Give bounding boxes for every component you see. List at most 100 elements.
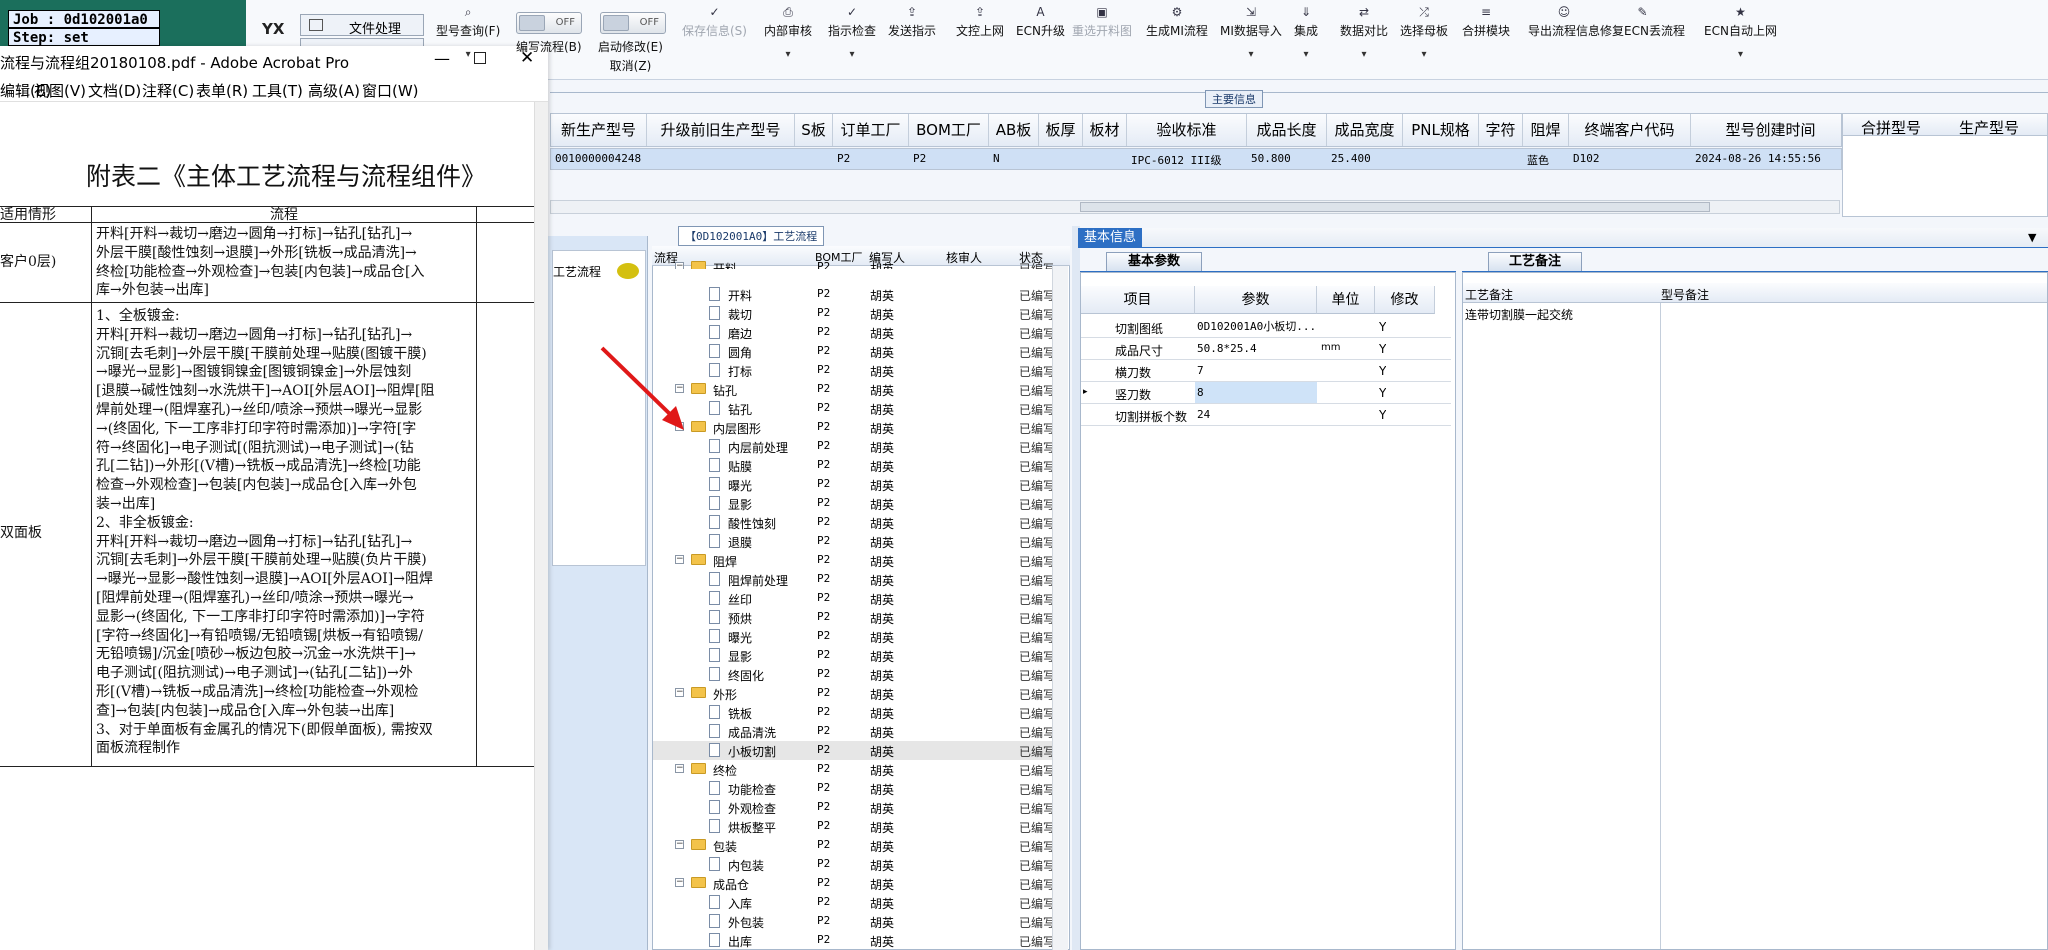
tree-row[interactable]: 丝印 P2 胡英 已编写 [653,589,1055,608]
menu-item-7[interactable]: 窗口(W) [362,80,419,101]
grid-col-12[interactable]: 字符 [1479,114,1523,146]
param-value[interactable]: 7 [1195,360,1317,381]
ribbon-button-8[interactable]: A ECN升级 [1016,6,1065,39]
tab-process-remarks[interactable]: 工艺备注 [1488,252,1582,272]
param-row[interactable]: 切割图纸 0D102001A0小板切... Y [1081,316,1451,338]
ribbon-button-15[interactable]: ≡ 合拼模块 [1462,6,1510,39]
ribbon-button-0[interactable]: ⌕ 型号查询(F) ▾ [436,6,500,60]
tree-row[interactable]: 内包装 P2 胡英 已编写 [653,855,1055,874]
grid-col-4[interactable]: BOM工厂 [909,114,989,146]
tree-row[interactable]: 阻焊前处理 P2 胡英 已编写 [653,570,1055,589]
chevron-down-icon[interactable]: ▾ [1704,49,1777,60]
tree-row[interactable]: 终固化 P2 胡英 已编写 [653,665,1055,684]
collapse-icon[interactable]: − [675,555,684,564]
grid-col-1[interactable]: 升级前旧生产型号 [647,114,795,146]
process-remark-text[interactable]: 连带切割膜一起交统 [1465,306,1573,323]
tree-row[interactable]: −内层图形P2胡英已编写 [653,418,1055,437]
tree-row[interactable]: 烘板整平 P2 胡英 已编写 [653,817,1055,836]
tree-row[interactable]: 裁切 P2 胡英 已编写 [653,304,1055,323]
grid-cell-5[interactable]: N [993,152,1000,165]
tree-row[interactable]: 显影 P2 胡英 已编写 [653,646,1055,665]
param-col-item[interactable]: 项目 [1081,286,1195,314]
chevron-down-icon[interactable]: ▾ [1294,49,1318,60]
collapse-icon[interactable]: − [675,878,684,887]
comment-icon[interactable] [617,263,639,279]
grid-col-8[interactable]: 验收标准 [1127,114,1247,146]
menu-item-2[interactable]: 文档(D) [88,80,141,101]
ribbon-button-7[interactable]: ⇪ 文控上网 [956,6,1004,39]
tree-row[interactable]: 酸性蚀刻 P2 胡英 已编写 [653,513,1055,532]
menu-item-5[interactable]: 工具(T) [252,80,303,101]
grid-cell-8[interactable]: IPC-6012 III级 [1131,152,1221,168]
tree-row[interactable]: 小板切割 P2 胡英 已编写 [653,741,1055,760]
ribbon-button-11[interactable]: ⇲ MI数据导入 ▾ [1220,6,1282,60]
param-value[interactable]: 0D102001A0小板切... [1195,316,1317,337]
chevron-down-icon[interactable]: ▼ [2028,231,2036,244]
tree-row[interactable]: 磨边 P2 胡英 已编写 [653,323,1055,342]
chevron-down-icon[interactable]: ▾ [828,49,876,60]
ribbon-button-4[interactable]: ⎙ 内部审核 ▾ [764,6,812,60]
collapse-icon[interactable]: − [675,262,684,269]
param-row[interactable]: 成品尺寸 50.8*25.4 mm Y [1081,338,1451,360]
tree-row[interactable]: − 成品仓 P2 胡英 已编写 [653,874,1055,893]
tree-row[interactable]: − 阻焊 P2 胡英 已编写 [653,551,1055,570]
tree-row[interactable]: 钻孔 P2 胡英 已编写 [653,399,1055,418]
ribbon-button-12[interactable]: ⇓ 集成 ▾ [1294,6,1318,60]
toggle-switch[interactable]: OFF [516,12,582,34]
tree-row[interactable]: − 包装 P2 胡英 已编写 [653,836,1055,855]
param-col-unit[interactable]: 单位 [1317,286,1375,314]
grid-col-7[interactable]: 板材 [1083,114,1127,146]
tree-row[interactable]: 圆角 P2 胡英 已编写 [653,342,1055,361]
param-value[interactable]: 24 [1195,404,1317,425]
main-info-grid-row[interactable]: 0010000004248 P2 P2 N IPC-6012 III级 50.800 25.… [550,148,1842,170]
grid-col-13[interactable]: 阻焊 [1523,114,1569,146]
tree-row[interactable]: − 外形 P2 胡英 已编写 [653,684,1055,703]
file-process-button[interactable]: 文件处理 [300,14,424,37]
collapse-icon[interactable]: − [675,688,684,697]
ribbon-button-6[interactable]: ⇪ 发送指示 [888,6,936,39]
grid-col-11[interactable]: PNL规格 [1403,114,1479,146]
tree-row[interactable]: 外包装 P2 胡英 已编写 [653,912,1055,931]
chevron-down-icon[interactable]: ▾ [1400,49,1448,60]
tab-basic-params[interactable]: 基本参数 [1106,252,1202,272]
tree-row[interactable]: 预烘 P2 胡英 已编写 [653,608,1055,627]
tree-row[interactable]: 显影 P2 胡英 已编写 [653,494,1055,513]
menu-item-6[interactable]: 高级(A) [308,80,360,101]
tree-row[interactable]: − 开料 P2 胡英 已编写 [653,258,1053,269]
param-col-modify[interactable]: 修改 [1375,286,1435,314]
collapse-icon[interactable]: − [675,840,684,849]
chevron-down-icon[interactable]: ▾ [1340,49,1388,60]
tree-row[interactable]: 曝光 P2 胡英 已编写 [653,627,1055,646]
tree-row[interactable]: 曝光 P2 胡英 已编写 [653,475,1055,494]
collapse-icon[interactable]: − [675,764,684,773]
ribbon-sublabel[interactable]: 取消(Z) [598,57,663,74]
tree-row[interactable]: 打标 P2 胡英 已编写 [653,361,1055,380]
grid-col-14[interactable]: 终端客户代码 [1569,114,1691,146]
ribbon-button-17[interactable]: ✎ 修复ECN丢流程 [1600,6,1685,39]
tree-row[interactable]: 功能检查 P2 胡英 已编写 [653,779,1055,798]
grid-col-6[interactable]: 板厚 [1039,114,1083,146]
grid-cell-9[interactable]: 50.800 [1251,152,1291,165]
tree-row[interactable]: 外观检查 P2 胡英 已编写 [653,798,1055,817]
tree-row[interactable]: 成品清洗 P2 胡英 已编写 [653,722,1055,741]
grid-cell-10[interactable]: 25.400 [1331,152,1371,165]
param-row[interactable]: ▸ 竖刀数 8 Y [1081,382,1451,404]
menu-item-4[interactable]: 表单(R) [196,80,248,101]
tree-row[interactable]: − 终检 P2 胡英 已编写 [653,760,1055,779]
grid-col-5[interactable]: AB板 [989,114,1039,146]
flow-left-item[interactable]: 工艺流程 [553,263,601,280]
chevron-down-icon[interactable]: ▾ [436,49,500,60]
grid-col-15[interactable]: 型号创建时间 [1691,114,1851,146]
grid-cell-4[interactable]: P2 [913,152,926,165]
grid-cell-3[interactable]: P2 [837,152,850,165]
hscroll-thumb[interactable] [1080,202,1710,212]
grid-cell-15[interactable]: 2024-08-26 14:55:56 [1695,152,1821,165]
ribbon-button-5[interactable]: ✓ 指示检查 ▾ [828,6,876,60]
tree-row[interactable]: 入库 P2 胡英 已编写 [653,893,1055,912]
tree-row[interactable]: 贴膜 P2 胡英 已编写 [653,456,1055,475]
ribbon-button-10[interactable]: ⚙ 生成MI流程 [1146,6,1208,39]
ribbon-button-18[interactable]: ★ ECN自动上网 ▾ [1704,6,1777,60]
grid-col-0[interactable]: 新生产型号 [551,114,647,146]
ribbon-button-1[interactable]: OFF 编写流程(B) [516,6,582,55]
grid-cell-0[interactable]: 0010000004248 [555,152,641,165]
